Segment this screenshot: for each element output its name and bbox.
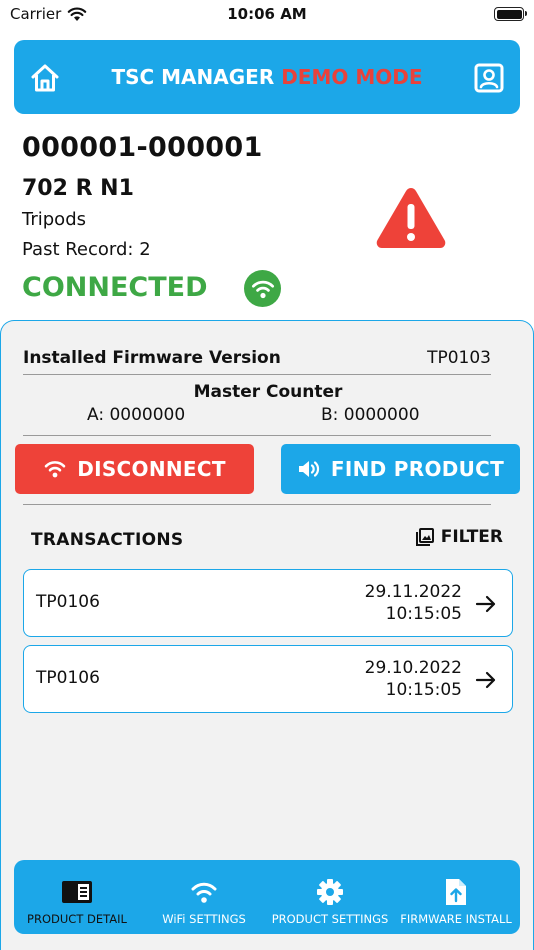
transaction-item[interactable]: TP0106 29.11.2022 10:15:05 bbox=[23, 569, 513, 637]
divider bbox=[23, 504, 491, 505]
filter-icon bbox=[415, 528, 434, 546]
filter-button[interactable]: FILTER bbox=[415, 527, 503, 547]
transaction-code: TP0106 bbox=[36, 592, 100, 612]
tab-firmware-install[interactable]: FIRMWARE INSTALL bbox=[392, 860, 520, 934]
filter-label: FILTER bbox=[440, 527, 503, 547]
find-product-button[interactable]: FIND PRODUCT bbox=[281, 444, 520, 494]
transaction-time: 10:15:05 bbox=[385, 604, 462, 624]
firmware-value: TP0103 bbox=[427, 348, 491, 368]
tab-label: WiFi SETTINGS bbox=[162, 912, 246, 926]
transaction-time: 10:15:05 bbox=[385, 680, 462, 700]
serial-number: 000001-000001 bbox=[22, 132, 263, 163]
disconnect-label: DISCONNECT bbox=[77, 457, 226, 481]
connection-status: CONNECTED bbox=[22, 272, 208, 303]
speaker-icon bbox=[298, 461, 319, 477]
find-product-label: FIND PRODUCT bbox=[330, 457, 505, 481]
app-header: TSC MANAGER DEMO MODE bbox=[14, 40, 520, 114]
bottom-tab-bar: PRODUCT DETAIL WiFi SETTINGS PRODUCT SET… bbox=[14, 860, 520, 934]
status-time: 10:06 AM bbox=[227, 5, 307, 23]
app-title: TSC MANAGER bbox=[111, 65, 275, 89]
transaction-date: 29.10.2022 bbox=[364, 658, 462, 678]
warning-icon[interactable] bbox=[374, 184, 448, 252]
status-bar: Carrier 10:06 AM bbox=[0, 0, 534, 30]
tab-label: FIRMWARE INSTALL bbox=[400, 912, 512, 926]
page-title: TSC MANAGER DEMO MODE bbox=[14, 65, 520, 89]
transactions-label: TRANSACTIONS bbox=[31, 530, 184, 550]
product-category: Tripods bbox=[22, 209, 86, 230]
master-counter-label: Master Counter bbox=[193, 382, 343, 402]
upload-file-icon bbox=[446, 879, 466, 905]
transaction-datetime: 29.10.2022 10:15:05 bbox=[365, 657, 462, 701]
profile-button[interactable] bbox=[472, 61, 506, 95]
connected-wifi-icon bbox=[244, 270, 281, 307]
tab-label: PRODUCT SETTINGS bbox=[271, 912, 389, 926]
disconnect-button[interactable]: DISCONNECT bbox=[15, 444, 254, 494]
product-detail-panel: Installed Firmware Version TP0103 Master… bbox=[0, 320, 534, 950]
tab-label: PRODUCT DETAIL bbox=[27, 912, 127, 926]
profile-icon bbox=[474, 63, 504, 93]
transaction-datetime: 29.11.2022 10:15:05 bbox=[365, 581, 462, 625]
tab-product-settings[interactable]: PRODUCT SETTINGS bbox=[268, 860, 392, 934]
product-model: 702 R N1 bbox=[22, 176, 134, 201]
arrow-right-icon bbox=[475, 595, 496, 613]
wifi-icon bbox=[44, 461, 66, 478]
screen: Carrier 10:06 AM TSC MANAGER DEMO MODE 0… bbox=[0, 0, 534, 950]
tab-product-detail[interactable]: PRODUCT DETAIL bbox=[14, 860, 140, 934]
tab-wifi-settings[interactable]: WiFi SETTINGS bbox=[140, 860, 268, 934]
demo-mode-label: DEMO MODE bbox=[281, 65, 423, 89]
gear-icon bbox=[317, 879, 343, 905]
transaction-date: 29.11.2022 bbox=[364, 582, 462, 602]
past-record: Past Record: 2 bbox=[22, 239, 151, 260]
product-detail-icon bbox=[62, 881, 92, 903]
master-counter-a: A: 0000000 bbox=[87, 405, 186, 425]
firmware-label: Installed Firmware Version bbox=[23, 348, 281, 368]
divider bbox=[23, 374, 491, 375]
transaction-code: TP0106 bbox=[36, 668, 100, 688]
battery-icon bbox=[494, 7, 527, 21]
master-counter-b: B: 0000000 bbox=[321, 405, 420, 425]
transaction-item[interactable]: TP0106 29.10.2022 10:15:05 bbox=[23, 645, 513, 713]
wifi-icon bbox=[191, 882, 217, 903]
divider bbox=[23, 435, 491, 436]
arrow-right-icon bbox=[475, 671, 496, 689]
